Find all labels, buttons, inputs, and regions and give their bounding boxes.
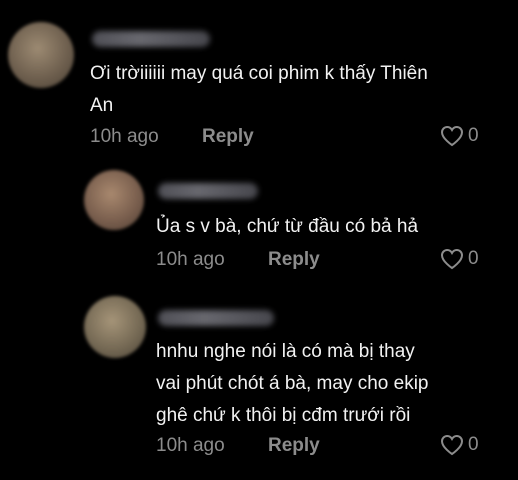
comment-timestamp: 10h ago <box>156 435 225 456</box>
like-button[interactable]: 0 <box>440 125 479 147</box>
username[interactable] <box>158 310 274 326</box>
username[interactable] <box>158 183 258 199</box>
comment-text: Ủa s v bà, chứ từ đầu có bả hả <box>156 216 419 237</box>
like-count: 0 <box>468 248 479 269</box>
reply-button[interactable]: Reply <box>268 435 320 457</box>
like-button[interactable]: 0 <box>440 248 479 270</box>
heart-icon <box>440 434 464 456</box>
reply-button[interactable]: Reply <box>202 126 254 148</box>
comment-timestamp: 10h ago <box>156 249 225 270</box>
reply-item: Ủa s v bà, chứ từ đầu có bả hả 10h ago R… <box>0 160 518 280</box>
comment-timestamp: 10h ago <box>90 126 159 147</box>
comment-item: Ơi trờiiiiii may quá coi phim k thấy Thi… <box>0 0 518 160</box>
comment-text: hnhu nghe nói là có mà bị thay vai phút … <box>156 341 429 426</box>
avatar[interactable] <box>84 296 146 358</box>
like-count: 0 <box>468 125 479 146</box>
like-count: 0 <box>468 434 479 455</box>
heart-icon <box>440 248 464 270</box>
like-button[interactable]: 0 <box>440 434 479 456</box>
reply-button[interactable]: Reply <box>268 249 320 271</box>
comment-text: Ơi trờiiiiii may quá coi phim k thấy Thi… <box>90 63 428 116</box>
reply-item: hnhu nghe nói là có mà bị thay vai phút … <box>0 280 518 480</box>
heart-icon <box>440 125 464 147</box>
username[interactable] <box>92 31 210 47</box>
avatar[interactable] <box>84 170 144 230</box>
avatar[interactable] <box>8 22 74 88</box>
